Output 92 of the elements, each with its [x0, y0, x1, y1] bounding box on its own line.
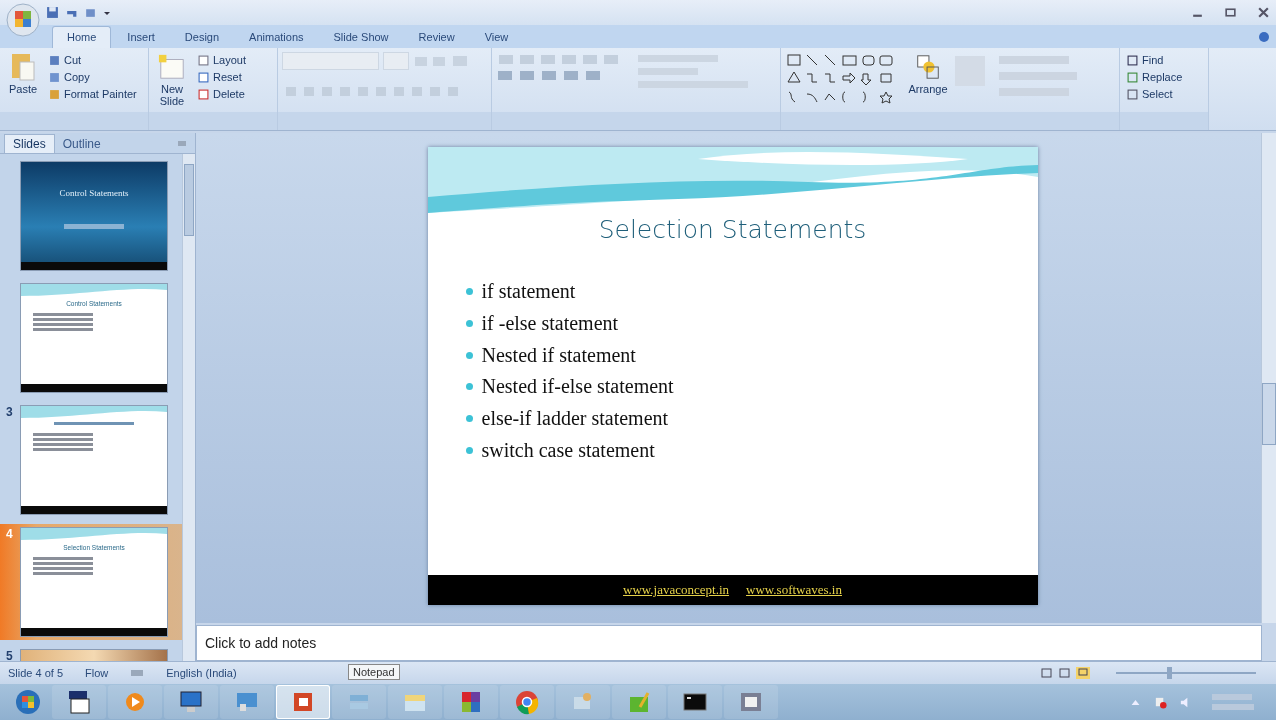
notes-placeholder: Click to add notes	[205, 635, 317, 651]
ribbon-button[interactable]: Select	[1124, 86, 1204, 102]
ribbon-icon	[198, 54, 209, 66]
text-line	[33, 562, 93, 565]
computer-icon	[178, 689, 204, 715]
text-line	[33, 443, 93, 446]
slide-counter: Slide 4 of 5	[8, 667, 64, 679]
text-line	[33, 433, 93, 436]
new-slide-button[interactable]: New Slide	[153, 52, 191, 112]
slide-number: 4	[6, 527, 14, 541]
tooltip: Notepad	[348, 664, 400, 680]
bullet-text: switch case statement	[481, 438, 655, 462]
notes-pane[interactable]: Click to add notes	[196, 625, 1262, 661]
bullet-icon	[465, 446, 473, 454]
restore-icon[interactable]	[1224, 6, 1237, 19]
ribbon-tab[interactable]: Review	[404, 27, 469, 48]
scrollbar[interactable]	[182, 154, 195, 661]
slide-icon	[158, 52, 186, 82]
taskbar-button[interactable]	[52, 685, 106, 719]
bullet-icon	[465, 383, 473, 391]
ribbon-button[interactable]: Format Painter	[46, 86, 140, 102]
theme-name: Flow	[85, 667, 109, 679]
ribbon-button[interactable]: Cut	[46, 52, 140, 68]
bullet-icon	[465, 320, 473, 328]
bullet-icon	[465, 351, 473, 359]
ribbon-button[interactable]: Layout	[195, 52, 250, 68]
bullet-text: Nested if statement	[481, 343, 636, 367]
slide-thumbnail[interactable]: Control Statements	[20, 161, 168, 271]
taskbar-button[interactable]	[668, 685, 722, 719]
scrollbar[interactable]	[1261, 133, 1276, 623]
flag-icon[interactable]	[1154, 695, 1167, 709]
ribbon-icon	[49, 88, 60, 100]
ribbon-tab[interactable]: Home	[52, 26, 112, 48]
text-line	[33, 328, 93, 331]
ribbon-tab[interactable]: Animations	[235, 27, 318, 48]
paste-button[interactable]: Paste	[4, 52, 42, 112]
slide-thumbnail-row[interactable]: Control Statements	[0, 158, 182, 274]
footer-link[interactable]: www.softwaves.in	[746, 582, 842, 598]
ribbon-button[interactable]: Replace	[1124, 69, 1204, 85]
thumbnail-title: Control Statements	[59, 188, 129, 198]
bullet-text: if -else statement	[481, 312, 619, 336]
ribbon-tab[interactable]: Insert	[113, 27, 169, 48]
chrome-icon	[514, 689, 540, 715]
slide-thumbnail-row[interactable]: 5	[0, 646, 182, 661]
slide-title: Selection Statements	[597, 215, 868, 244]
ribbon-tab[interactable]: Design	[170, 27, 234, 48]
ribbon-button[interactable]: Delete	[195, 86, 250, 102]
ribbon-tab[interactable]: View	[470, 27, 523, 48]
help-icon[interactable]	[1258, 31, 1270, 43]
clipboard-icon	[9, 52, 37, 82]
font-size-field[interactable]	[383, 52, 409, 70]
text-line	[33, 313, 93, 316]
ribbon-icon	[198, 88, 209, 100]
ribbon-icon	[1127, 88, 1138, 100]
language-label: English (India)	[166, 667, 237, 679]
slide-number: 5	[6, 649, 14, 661]
panel-tab[interactable]: Slides	[4, 134, 55, 153]
ribbon-icon	[49, 54, 60, 66]
panel-tab[interactable]: Outline	[54, 135, 109, 153]
slide-thumbnail[interactable]	[20, 649, 168, 661]
ribbon-tab[interactable]: Slide Show	[319, 27, 403, 48]
font-name-field[interactable]	[282, 52, 379, 70]
ribbon-button[interactable]: Find	[1124, 52, 1204, 68]
arrange-icon	[914, 52, 942, 82]
text-line	[33, 448, 93, 451]
text-line	[33, 567, 93, 570]
text-line	[33, 572, 93, 575]
start-icon	[15, 689, 41, 715]
text-line	[33, 323, 93, 326]
ribbon-icon	[198, 71, 209, 83]
bullet-text: Nested if-else statement	[481, 375, 674, 399]
ribbon-icon	[49, 71, 60, 83]
bullet-icon	[465, 415, 473, 423]
text-line	[33, 438, 93, 441]
ribbon-icon	[1127, 54, 1138, 66]
arrange-button[interactable]: Arrange	[909, 52, 947, 112]
slide-number: 3	[6, 405, 14, 419]
slide-thumbnail-row[interactable]: 3	[0, 402, 182, 518]
save-icon[interactable]	[46, 6, 59, 19]
bullet-icon	[465, 288, 473, 296]
slide-thumbnail[interactable]	[20, 405, 168, 515]
calculator-icon	[66, 689, 92, 715]
ribbon-icon	[1127, 71, 1138, 83]
text-line	[33, 557, 93, 560]
footer-link[interactable]: www.javaconcept.in	[623, 582, 730, 598]
bullet-text: else-if ladder statement	[481, 407, 669, 431]
zoom-slider[interactable]	[1116, 667, 1256, 679]
bullet-text: if statement	[481, 280, 576, 304]
taskbar-button[interactable]	[164, 685, 218, 719]
ribbon-button[interactable]: Copy	[46, 69, 140, 85]
text-line	[33, 318, 93, 321]
ribbon-button[interactable]: Reset	[195, 69, 250, 85]
